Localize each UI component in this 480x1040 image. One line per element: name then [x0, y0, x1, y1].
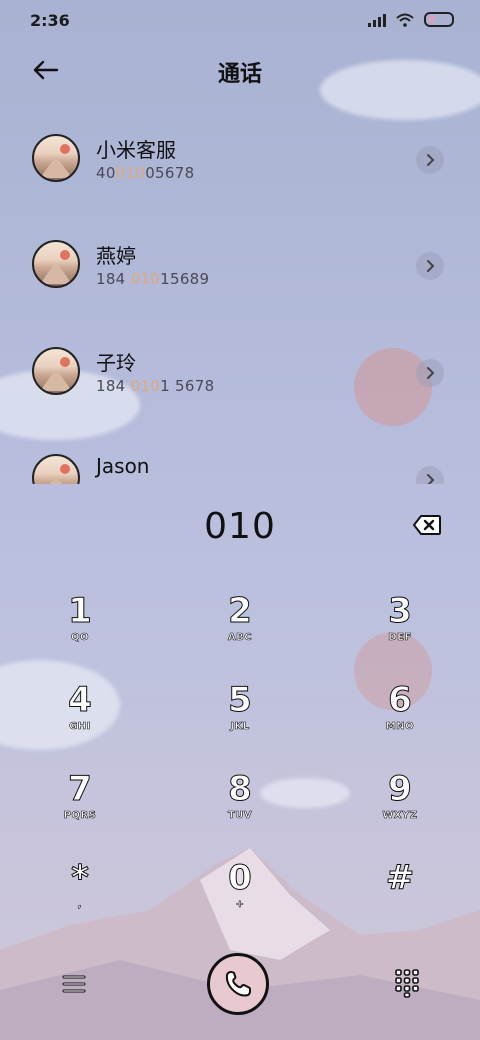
key-letters: +: [235, 899, 245, 911]
dialpad-toggle-button[interactable]: [394, 968, 420, 998]
key-digit: *: [71, 858, 90, 898]
avatar: [32, 134, 80, 182]
key-6[interactable]: 6 MNO: [340, 681, 460, 761]
contact-name: 子玲: [96, 351, 136, 375]
key-0[interactable]: 0 +: [180, 859, 300, 939]
key-letters: DEF: [388, 632, 412, 644]
key-8[interactable]: 8 TUV: [180, 770, 300, 850]
status-time: 2:36: [30, 11, 70, 30]
key-5[interactable]: 5 JKL: [180, 681, 300, 761]
number-match-highlight: 010: [130, 270, 161, 288]
contact-detail-button[interactable]: [416, 146, 444, 174]
key-star[interactable]: *,: [20, 859, 140, 939]
key-digit: 0: [228, 858, 253, 898]
dialed-number-display: 010: [0, 500, 480, 560]
contact-detail-button[interactable]: [416, 359, 444, 387]
key-digit: 5: [228, 680, 253, 720]
avatar: [32, 347, 80, 395]
call-button[interactable]: [207, 953, 269, 1015]
menu-button[interactable]: [60, 972, 88, 996]
contact-number: 4001005678: [96, 164, 195, 182]
key-7[interactable]: 7 PQRS: [20, 770, 140, 850]
chevron-right-icon: [427, 367, 435, 379]
contact-detail-button[interactable]: [416, 466, 444, 484]
key-digit: 9: [388, 769, 413, 809]
avatar: [32, 240, 80, 288]
chevron-right-icon: [427, 154, 435, 166]
key-4[interactable]: 4 GHI: [20, 681, 140, 761]
contact-name: 小米客服: [96, 138, 176, 162]
number-match-highlight: 010: [130, 377, 161, 395]
contact-number: 184 0101 5678: [96, 377, 215, 395]
key-hash[interactable]: #: [340, 859, 460, 939]
key-digit: 3: [388, 591, 413, 631]
signal-icon: [368, 13, 386, 27]
contact-row[interactable]: 小米客服 4001005678: [0, 122, 480, 202]
status-bar: 2:36: [0, 0, 480, 40]
key-2[interactable]: 2 ABC: [180, 592, 300, 672]
contact-row[interactable]: 子玲 184 0101 5678: [0, 335, 480, 415]
key-9[interactable]: 9 WXYZ: [340, 770, 460, 850]
header: 通话: [0, 48, 480, 92]
key-letters: JKL: [230, 721, 250, 733]
contact-row[interactable]: 燕婷 184 01015689: [0, 228, 480, 308]
key-letters: QO: [70, 632, 89, 644]
contact-suggestion-list: 小米客服 4001005678 燕婷 184 01015689 子玲 184 0…: [0, 122, 480, 484]
key-letters: ,: [77, 899, 83, 911]
key-digit: #: [385, 858, 415, 898]
wifi-icon: [396, 13, 414, 27]
page-title: 通话: [217, 62, 262, 87]
dialpad-icon: [395, 969, 419, 998]
key-digit: 7: [68, 769, 93, 809]
key-3[interactable]: 3 DEF: [340, 592, 460, 672]
contact-row[interactable]: Jason: [0, 442, 480, 484]
bottom-action-bar: [0, 950, 480, 1020]
key-letters: TUV: [227, 810, 253, 822]
key-digit: 1: [68, 591, 93, 631]
key-letters: PQRS: [63, 810, 97, 822]
key-letters: WXYZ: [382, 810, 418, 822]
key-letters: ABC: [227, 632, 253, 644]
status-icons: [368, 12, 454, 27]
avatar: [32, 454, 80, 484]
delete-button[interactable]: [412, 514, 442, 536]
dialed-digits: 010: [204, 506, 276, 547]
contact-name: 燕婷: [96, 244, 136, 268]
contact-name: Jason: [96, 454, 150, 478]
key-letters: GHI: [69, 721, 91, 733]
contact-detail-button[interactable]: [416, 252, 444, 280]
chevron-right-icon: [427, 260, 435, 272]
menu-icon: [62, 975, 86, 993]
backspace-icon: [413, 515, 441, 535]
key-digit: 6: [388, 680, 413, 720]
contact-number: 184 01015689: [96, 270, 210, 288]
phone-icon: [225, 971, 251, 997]
key-letters: MNO: [385, 721, 415, 733]
key-digit: 2: [228, 591, 253, 631]
key-digit: 4: [68, 680, 93, 720]
battery-icon: [424, 12, 454, 27]
number-match-highlight: 010: [115, 164, 146, 182]
key-1[interactable]: 1 QO: [20, 592, 140, 672]
chevron-right-icon: [427, 474, 435, 484]
key-digit: 8: [228, 769, 253, 809]
